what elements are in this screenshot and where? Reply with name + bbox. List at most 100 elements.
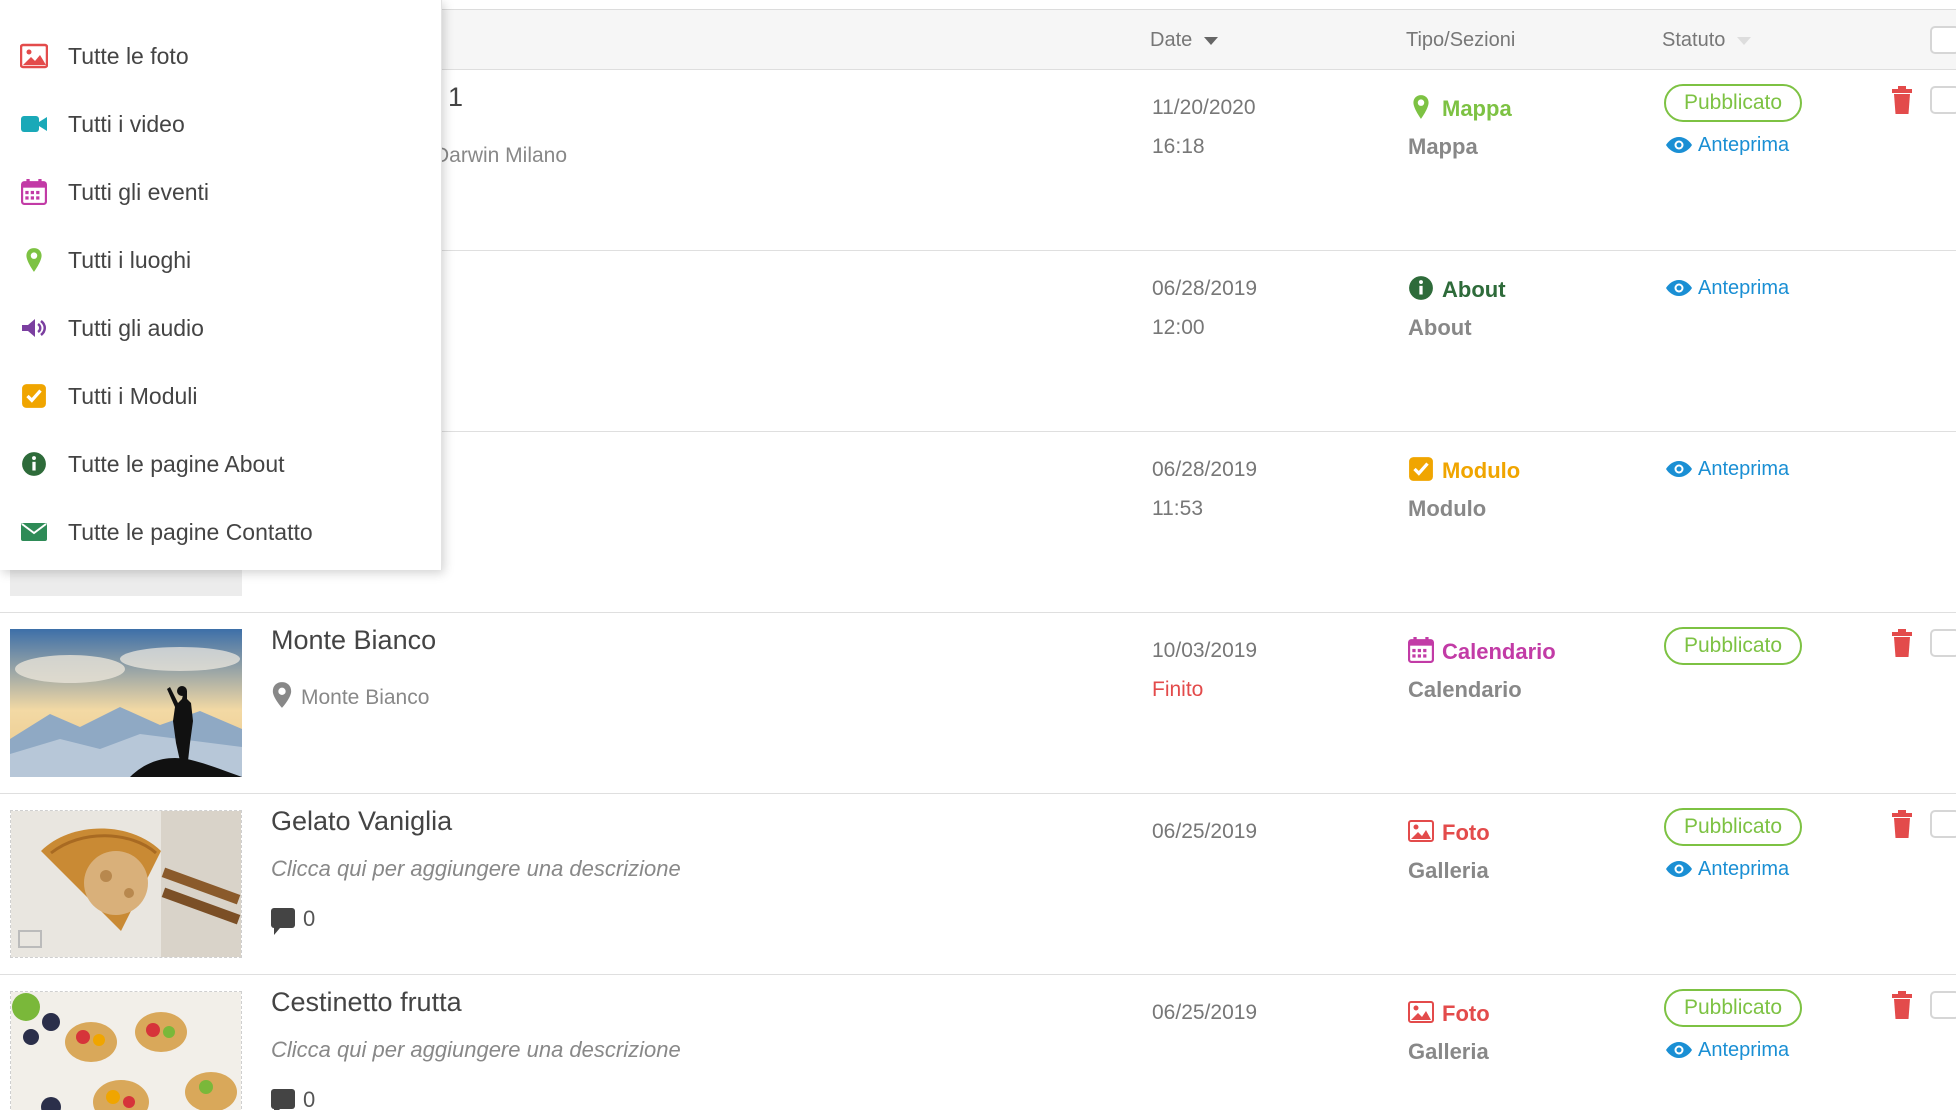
- row-type: About: [1408, 275, 1506, 303]
- preview-link[interactable]: Anteprima: [1666, 1039, 1789, 1062]
- filter-dropdown-menu: Tutte le foto Tutti i video Tutti gli ev…: [0, 0, 442, 570]
- menu-item-label: Tutti gli eventi: [68, 179, 210, 205]
- menu-item-label: Tutte le pagine Contatto: [68, 519, 313, 545]
- menu-item-label: Tutte le foto: [68, 43, 189, 69]
- row-time: 16:18: [1152, 135, 1205, 158]
- comments-value: 0: [303, 1087, 316, 1110]
- row-date: 10/03/2019: [1152, 639, 1258, 662]
- comments-count[interactable]: 0: [271, 906, 316, 935]
- status-header-label: Statuto: [1662, 29, 1726, 51]
- row-date: 06/25/2019: [1152, 820, 1258, 843]
- menu-item-label: Tutti i Moduli: [68, 383, 198, 409]
- menu-item-contact-pages[interactable]: Tutte le pagine Contatto: [0, 498, 442, 566]
- info-icon: [22, 452, 46, 476]
- menu-item-label: Tutti i luoghi: [68, 247, 192, 273]
- preview-link[interactable]: Anteprima: [1666, 458, 1789, 481]
- menu-item-events[interactable]: Tutti gli eventi: [0, 158, 442, 226]
- menu-item-audio[interactable]: Tutti gli audio: [0, 294, 442, 362]
- menu-item-photos[interactable]: Tutte le foto: [0, 22, 442, 90]
- trash-icon[interactable]: [1890, 810, 1914, 838]
- photo-thumbnail[interactable]: [10, 991, 242, 1110]
- preview-link[interactable]: Anteprima: [1666, 134, 1789, 157]
- location-pin-icon: [272, 682, 292, 708]
- photo-icon: [20, 43, 48, 69]
- preview-label: Anteprima: [1698, 858, 1790, 880]
- photo-thumbnail[interactable]: [10, 810, 242, 958]
- row-title[interactable]: Monte Bianco: [271, 625, 436, 656]
- select-all-checkbox[interactable]: [1930, 26, 1956, 54]
- trash-icon[interactable]: [1890, 991, 1914, 1019]
- location-label: Monte Bianco: [301, 686, 430, 709]
- map-pin-icon: [1413, 95, 1429, 119]
- checkbox-icon: [22, 384, 46, 408]
- row-type-label: Foto: [1442, 1001, 1490, 1026]
- event-thumbnail[interactable]: [10, 629, 242, 777]
- table-row[interactable]: Monte Bianco Monte Bianco 10/03/2019 Fin…: [0, 613, 1956, 794]
- status-badge[interactable]: Pubblicato: [1664, 627, 1803, 665]
- preview-link[interactable]: Anteprima: [1666, 858, 1789, 881]
- menu-item-label: Tutti i video: [68, 111, 185, 137]
- row-checkbox[interactable]: [1930, 629, 1956, 657]
- row-type: Foto: [1408, 818, 1490, 846]
- event-state: Finito: [1152, 678, 1204, 701]
- comment-icon: [271, 908, 295, 935]
- row-section: Mappa: [1408, 134, 1478, 159]
- date-column-header[interactable]: Date: [1150, 10, 1219, 70]
- checkbox-icon: [1409, 457, 1433, 481]
- trash-icon[interactable]: [1890, 629, 1914, 657]
- menu-item-forms[interactable]: Tutti i Moduli: [0, 362, 442, 430]
- eye-icon: [1666, 1042, 1692, 1058]
- row-time: 12:00: [1152, 316, 1205, 339]
- menu-item-about-pages[interactable]: Tutte le pagine About: [0, 430, 442, 498]
- info-icon: [1409, 276, 1433, 300]
- status-badge[interactable]: Pubblicato: [1664, 808, 1803, 846]
- map-pin-icon: [26, 248, 42, 272]
- row-description[interactable]: Clicca qui per aggiungere una descrizion…: [271, 856, 681, 882]
- status-badge[interactable]: Pubblicato: [1664, 989, 1803, 1027]
- menu-item-videos[interactable]: Tutti i video: [0, 90, 442, 158]
- row-type-label: About: [1442, 277, 1506, 302]
- menu-item-label: Tutte le pagine About: [68, 451, 285, 477]
- row-time: 11:53: [1152, 497, 1203, 520]
- thumbnail-placeholder: [10, 570, 242, 596]
- row-section: Calendario: [1408, 677, 1522, 702]
- status-badge[interactable]: Pubblicato: [1664, 84, 1803, 122]
- row-type: Mappa: [1408, 94, 1512, 122]
- comments-value: 0: [303, 906, 316, 931]
- row-section: Modulo: [1408, 496, 1487, 521]
- preview-link[interactable]: Anteprima: [1666, 277, 1789, 300]
- preview-label: Anteprima: [1698, 134, 1790, 156]
- row-title[interactable]: Cestinetto frutta: [271, 987, 462, 1018]
- row-description[interactable]: Clicca qui per aggiungere una descrizion…: [271, 1037, 681, 1063]
- row-type-label: Mappa: [1442, 96, 1512, 121]
- table-row[interactable]: Cestinetto frutta Clicca qui per aggiung…: [0, 975, 1956, 1110]
- row-title[interactable]: 1: [448, 82, 463, 113]
- comments-count[interactable]: 0: [271, 1087, 315, 1110]
- menu-item-places[interactable]: Tutti i luoghi: [0, 226, 442, 294]
- eye-icon: [1666, 461, 1692, 477]
- row-date: 06/25/2019: [1152, 1001, 1258, 1024]
- eye-icon: [1666, 280, 1692, 296]
- trash-icon[interactable]: [1890, 86, 1914, 114]
- row-checkbox[interactable]: [1930, 86, 1956, 114]
- table-row[interactable]: Gelato Vaniglia Clicca qui per aggiunger…: [0, 794, 1956, 975]
- preview-label: Anteprima: [1698, 458, 1790, 480]
- audio-icon: [22, 319, 46, 337]
- sort-down-icon: [1204, 36, 1219, 45]
- row-title[interactable]: Gelato Vaniglia: [271, 806, 452, 837]
- row-checkbox[interactable]: [1930, 991, 1956, 1019]
- sort-down-icon: [1737, 36, 1752, 45]
- fruit-tart-photo: [11, 992, 241, 1110]
- date-header-label: Date: [1150, 29, 1193, 51]
- calendar-icon: [21, 179, 47, 205]
- preview-label: Anteprima: [1698, 277, 1790, 299]
- row-date: 11/20/2020: [1152, 96, 1256, 119]
- comment-icon: [271, 1089, 295, 1110]
- status-column-header[interactable]: Statuto: [1662, 10, 1752, 70]
- video-icon: [21, 116, 47, 132]
- row-checkbox[interactable]: [1930, 810, 1956, 838]
- menu-item-label: Tutti gli audio: [68, 315, 204, 341]
- row-type-label: Calendario: [1442, 639, 1556, 664]
- photo-icon: [1408, 820, 1434, 842]
- gelato-photo: [11, 811, 241, 957]
